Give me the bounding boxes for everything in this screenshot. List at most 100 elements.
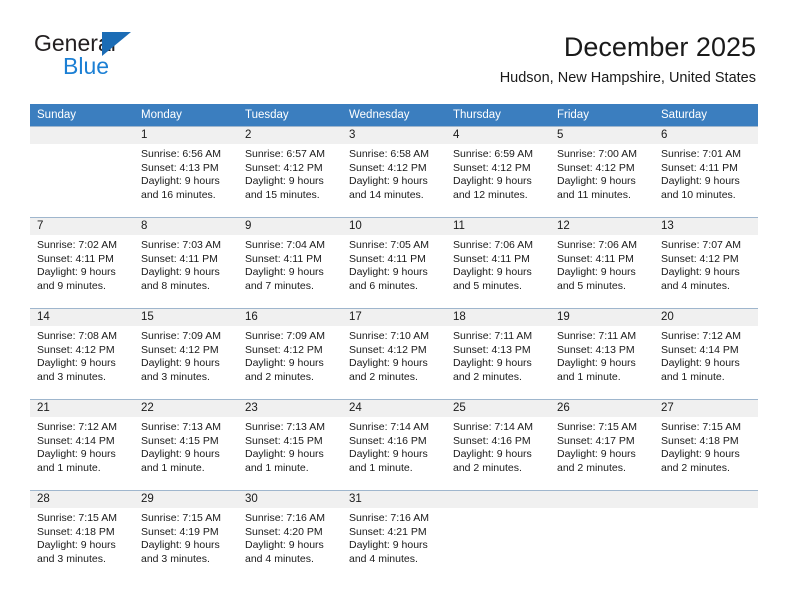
- daylight-line-2: and 12 minutes.: [453, 188, 528, 201]
- day-cell[interactable]: 15 Sunrise: 7:09 AM Sunset: 4:12 PM Dayl…: [134, 309, 238, 399]
- sunset-line: Sunset: 4:12 PM: [349, 161, 427, 174]
- sunset-line: Sunset: 4:11 PM: [37, 252, 114, 265]
- day-cell[interactable]: 18 Sunrise: 7:11 AM Sunset: 4:13 PM Dayl…: [446, 309, 550, 399]
- day-cell[interactable]: 11 Sunrise: 7:06 AM Sunset: 4:11 PM Dayl…: [446, 218, 550, 308]
- day-cell[interactable]: 31 Sunrise: 7:16 AM Sunset: 4:21 PM Dayl…: [342, 491, 446, 581]
- day-cell[interactable]: 21 Sunrise: 7:12 AM Sunset: 4:14 PM Dayl…: [30, 400, 134, 490]
- daylight-line-1: Daylight: 9 hours: [349, 357, 428, 370]
- day-details: Sunrise: 7:16 AM Sunset: 4:21 PM Dayligh…: [349, 512, 439, 566]
- sunrise-line: Sunrise: 7:11 AM: [453, 330, 533, 342]
- sunrise-line: Sunrise: 7:13 AM: [245, 421, 325, 433]
- sunrise-line: Sunrise: 7:15 AM: [557, 421, 637, 433]
- daylight-line-1: Daylight: 9 hours: [453, 448, 532, 461]
- day-details: Sunrise: 7:09 AM Sunset: 4:12 PM Dayligh…: [245, 330, 335, 384]
- day-cell[interactable]: 1 Sunrise: 6:56 AM Sunset: 4:13 PM Dayli…: [134, 127, 238, 217]
- daylight-line-1: Daylight: 9 hours: [245, 539, 324, 552]
- day-details: Sunrise: 7:15 AM Sunset: 4:18 PM Dayligh…: [661, 421, 751, 475]
- day-cell[interactable]: 2 Sunrise: 6:57 AM Sunset: 4:12 PM Dayli…: [238, 127, 342, 217]
- day-details: Sunrise: 6:56 AM Sunset: 4:13 PM Dayligh…: [141, 148, 231, 202]
- sunset-line: Sunset: 4:16 PM: [453, 434, 531, 447]
- day-cell[interactable]: 6 Sunrise: 7:01 AM Sunset: 4:11 PM Dayli…: [654, 127, 758, 217]
- day-number: 7: [37, 220, 44, 232]
- day-cell[interactable]: 27 Sunrise: 7:15 AM Sunset: 4:18 PM Dayl…: [654, 400, 758, 490]
- sunrise-line: Sunrise: 7:15 AM: [37, 512, 117, 524]
- calendar-page: General Blue December 2025 Hudson, New H…: [0, 0, 792, 612]
- day-cell[interactable]: 7 Sunrise: 7:02 AM Sunset: 4:11 PM Dayli…: [30, 218, 134, 308]
- day-cell[interactable]: 29 Sunrise: 7:15 AM Sunset: 4:19 PM Dayl…: [134, 491, 238, 581]
- daylight-line-1: Daylight: 9 hours: [557, 175, 636, 188]
- sunset-line: Sunset: 4:18 PM: [37, 525, 115, 538]
- day-number: 3: [349, 129, 356, 141]
- day-cell[interactable]: 9 Sunrise: 7:04 AM Sunset: 4:11 PM Dayli…: [238, 218, 342, 308]
- day-cell[interactable]: 13 Sunrise: 7:07 AM Sunset: 4:12 PM Dayl…: [654, 218, 758, 308]
- daylight-line-2: and 4 minutes.: [661, 279, 730, 292]
- day-number: 24: [349, 402, 362, 414]
- day-number: 22: [141, 402, 154, 414]
- day-number: 10: [349, 220, 362, 232]
- day-cell[interactable]: 14 Sunrise: 7:08 AM Sunset: 4:12 PM Dayl…: [30, 309, 134, 399]
- day-cell[interactable]: 10 Sunrise: 7:05 AM Sunset: 4:11 PM Dayl…: [342, 218, 446, 308]
- sunset-line: Sunset: 4:20 PM: [245, 525, 323, 538]
- day-cell[interactable]: 22 Sunrise: 7:13 AM Sunset: 4:15 PM Dayl…: [134, 400, 238, 490]
- day-number: 4: [453, 129, 460, 141]
- daylight-line-2: and 5 minutes.: [557, 279, 626, 292]
- day-cell[interactable]: 26 Sunrise: 7:15 AM Sunset: 4:17 PM Dayl…: [550, 400, 654, 490]
- page-subtitle: Hudson, New Hampshire, United States: [499, 70, 756, 86]
- daylight-line-2: and 6 minutes.: [349, 279, 418, 292]
- daylight-line-2: and 3 minutes.: [141, 370, 210, 383]
- day-cell[interactable]: 20 Sunrise: 7:12 AM Sunset: 4:14 PM Dayl…: [654, 309, 758, 399]
- day-details: Sunrise: 7:04 AM Sunset: 4:11 PM Dayligh…: [245, 239, 335, 293]
- day-cell[interactable]: 30 Sunrise: 7:16 AM Sunset: 4:20 PM Dayl…: [238, 491, 342, 581]
- day-cell[interactable]: 4 Sunrise: 6:59 AM Sunset: 4:12 PM Dayli…: [446, 127, 550, 217]
- sunrise-line: Sunrise: 6:58 AM: [349, 148, 429, 160]
- day-cell[interactable]: 5 Sunrise: 7:00 AM Sunset: 4:12 PM Dayli…: [550, 127, 654, 217]
- daylight-line-2: and 1 minute.: [37, 461, 101, 474]
- sunset-line: Sunset: 4:11 PM: [141, 252, 218, 265]
- sunset-line: Sunset: 4:14 PM: [37, 434, 115, 447]
- daylight-line-2: and 11 minutes.: [557, 188, 631, 201]
- sunrise-line: Sunrise: 7:12 AM: [37, 421, 117, 433]
- weekday-header-row: Sunday Monday Tuesday Wednesday Thursday…: [30, 104, 758, 126]
- day-details: Sunrise: 7:09 AM Sunset: 4:12 PM Dayligh…: [141, 330, 231, 384]
- daylight-line-1: Daylight: 9 hours: [349, 539, 428, 552]
- daylight-line-1: Daylight: 9 hours: [453, 357, 532, 370]
- sunset-line: Sunset: 4:11 PM: [661, 161, 738, 174]
- page-title: December 2025: [563, 32, 756, 62]
- day-cell: [654, 491, 758, 581]
- sunrise-line: Sunrise: 6:57 AM: [245, 148, 325, 160]
- day-number: 9: [245, 220, 252, 232]
- day-details: Sunrise: 7:15 AM Sunset: 4:17 PM Dayligh…: [557, 421, 647, 475]
- day-details: Sunrise: 6:59 AM Sunset: 4:12 PM Dayligh…: [453, 148, 543, 202]
- daylight-line-2: and 1 minute.: [661, 370, 725, 383]
- day-cell[interactable]: 3 Sunrise: 6:58 AM Sunset: 4:12 PM Dayli…: [342, 127, 446, 217]
- day-cell[interactable]: 19 Sunrise: 7:11 AM Sunset: 4:13 PM Dayl…: [550, 309, 654, 399]
- sunset-line: Sunset: 4:12 PM: [37, 343, 115, 356]
- sunrise-line: Sunrise: 7:10 AM: [349, 330, 429, 342]
- day-cell[interactable]: 24 Sunrise: 7:14 AM Sunset: 4:16 PM Dayl…: [342, 400, 446, 490]
- generalblue-logo[interactable]: General Blue: [34, 30, 234, 84]
- logo-text-blue: Blue: [63, 53, 110, 79]
- day-details: Sunrise: 7:11 AM Sunset: 4:13 PM Dayligh…: [453, 330, 543, 384]
- day-cell[interactable]: 25 Sunrise: 7:14 AM Sunset: 4:16 PM Dayl…: [446, 400, 550, 490]
- day-cell[interactable]: 23 Sunrise: 7:13 AM Sunset: 4:15 PM Dayl…: [238, 400, 342, 490]
- daylight-line-1: Daylight: 9 hours: [661, 448, 740, 461]
- daylight-line-2: and 1 minute.: [349, 461, 413, 474]
- weekday-thursday: Thursday: [453, 109, 501, 121]
- day-cell[interactable]: 16 Sunrise: 7:09 AM Sunset: 4:12 PM Dayl…: [238, 309, 342, 399]
- weekday-sunday: Sunday: [37, 109, 77, 121]
- day-cell[interactable]: 8 Sunrise: 7:03 AM Sunset: 4:11 PM Dayli…: [134, 218, 238, 308]
- day-cell[interactable]: 28 Sunrise: 7:15 AM Sunset: 4:18 PM Dayl…: [30, 491, 134, 581]
- weekday-wednesday: Wednesday: [349, 109, 410, 121]
- day-cell[interactable]: 12 Sunrise: 7:06 AM Sunset: 4:11 PM Dayl…: [550, 218, 654, 308]
- weekday-monday: Monday: [141, 109, 182, 121]
- daylight-line-2: and 4 minutes.: [245, 552, 314, 565]
- sunset-line: Sunset: 4:12 PM: [141, 343, 219, 356]
- day-number: 12: [557, 220, 570, 232]
- weekday-saturday: Saturday: [661, 109, 708, 121]
- day-number: 17: [349, 311, 362, 323]
- daylight-line-2: and 10 minutes.: [661, 188, 736, 201]
- day-number: 11: [453, 220, 465, 232]
- day-cell[interactable]: 17 Sunrise: 7:10 AM Sunset: 4:12 PM Dayl…: [342, 309, 446, 399]
- sunset-line: Sunset: 4:16 PM: [349, 434, 427, 447]
- day-number: 1: [141, 129, 148, 141]
